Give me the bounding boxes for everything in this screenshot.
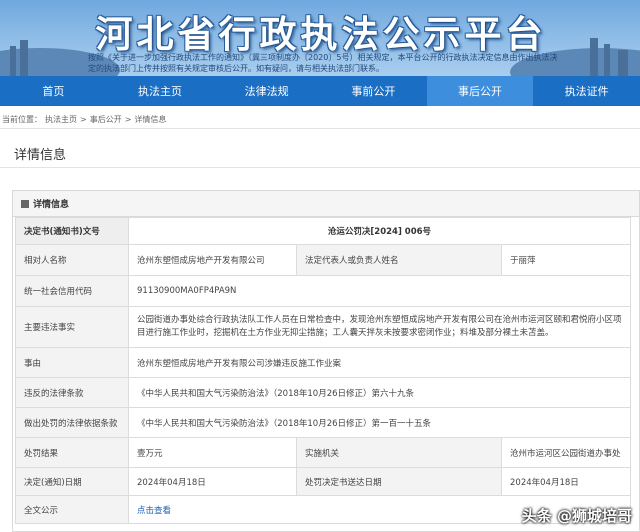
table-row: 统一社会信用代码 91130900MA0FP4PA9N [15,275,631,307]
cell-label: 处罚决定书送达日期 [296,467,502,496]
table-row: 主要违法事实 公园街道办事处综合行政执法队工作人员在日常检查中，发现沧州东塑恒成… [15,306,631,348]
cell-label: 实施机关 [296,437,502,468]
cell-label: 做出处罚的法律依据条款 [15,407,129,438]
cell-label: 事由 [15,347,129,378]
cell-value: 91130900MA0FP4PA9N [128,275,631,307]
nav-certificates[interactable]: 执法证件 [533,76,640,106]
table-row: 违反的法律条款 《中华人民共和国大气污染防治法》（2018年10月26日修正）第… [15,377,631,408]
view-fulltext-link[interactable]: 点击查看 [137,506,171,516]
cell-value: 《中华人民共和国大气污染防治法》（2018年10月26日修正）第六十九条 [128,377,631,408]
page-title: 详情信息 [0,140,640,168]
cell-value: 公园街道办事处综合行政执法队工作人员在日常检查中，发现沧州东塑恒成房地产开发有限… [128,306,631,348]
cell-value: 沧运公罚决[2024] 006号 [128,217,631,245]
cell-value: 于丽萍 [501,244,631,276]
panel-header: 详情信息 [13,191,639,217]
cell-value: 沧州东塑恒成房地产开发有限公司涉嫌违反施工作业案 [128,347,631,378]
nav-home[interactable]: 首页 [0,76,107,106]
nav-post-disclosure[interactable]: 事后公开 [426,76,534,106]
cell-label: 决定(通知)日期 [15,467,129,496]
cell-label: 决定书(通知书)文号 [15,217,129,245]
cell-value: 壹万元 [128,437,297,468]
table-row: 相对人名称 沧州东塑恒成房地产开发有限公司 法定代表人或负责人姓名 于丽萍 [15,244,631,276]
detail-table: 决定书(通知书)文号 沧运公罚决[2024] 006号 相对人名称 沧州东塑恒成… [15,217,631,524]
main-nav: 首页 执法主页 法律法规 事前公开 事后公开 执法证件 [0,76,640,106]
header-banner: 河北省行政执法公示平台 按照《关于进一步加强行政执法工作的通知》（冀三项制度办〔… [0,0,640,76]
cell-value: 沧州市运河区公园街道办事处 [501,437,631,468]
square-bullet-icon [21,199,29,208]
platform-notice: 按照《关于进一步加强行政执法工作的通知》（冀三项制度办〔2020〕5号）相关规定… [88,53,558,73]
nav-pre-disclosure[interactable]: 事前公开 [320,76,427,106]
cell-label: 相对人名称 [15,244,129,276]
table-row: 事由 沧州东塑恒成房地产开发有限公司涉嫌违反施工作业案 [15,347,631,378]
cell-value: 2024年04月18日 [501,467,631,496]
cell-label: 全文公示 [15,495,129,524]
table-row: 决定(通知)日期 2024年04月18日 处罚决定书送达日期 2024年04月1… [15,467,631,496]
table-row: 决定书(通知书)文号 沧运公罚决[2024] 006号 [15,217,631,245]
breadcrumb: 当前位置： 执法主页 > 事后公开 > 详情信息 [0,111,640,129]
cell-value: 2024年04月18日 [128,467,297,496]
cell-label: 违反的法律条款 [15,377,129,408]
breadcrumb-item-enforcement-home[interactable]: 执法主页 [45,114,77,125]
nav-laws[interactable]: 法律法规 [213,76,320,106]
cell-label: 统一社会信用代码 [15,275,129,307]
nav-enforcement-home[interactable]: 执法主页 [107,76,214,106]
breadcrumb-separator: > [124,115,132,124]
table-row: 做出处罚的法律依据条款 《中华人民共和国大气污染防治法》（2018年10月26日… [15,407,631,438]
breadcrumb-item-post-disclosure[interactable]: 事后公开 [90,114,122,125]
watermark: 头条 @狮城培哥 [521,507,632,525]
cell-label: 主要违法事实 [15,306,129,348]
table-row: 处罚结果 壹万元 实施机关 沧州市运河区公园街道办事处 [15,437,631,468]
cell-label: 法定代表人或负责人姓名 [296,244,502,276]
cell-label: 处罚结果 [15,437,129,468]
panel-title: 详情信息 [33,200,70,210]
detail-panel: 详情信息 决定书(通知书)文号 沧运公罚决[2024] 006号 相对人名称 沧… [12,190,640,532]
breadcrumb-item-detail: 详情信息 [134,115,167,124]
platform-title: 河北省行政执法公示平台 [95,12,547,56]
breadcrumb-prefix: 当前位置： [2,115,42,124]
cell-value: 《中华人民共和国大气污染防治法》（2018年10月26日修正）第一百一十五条 [128,407,631,438]
cell-value: 沧州东塑恒成房地产开发有限公司 [128,244,297,276]
breadcrumb-separator: > [80,115,87,124]
